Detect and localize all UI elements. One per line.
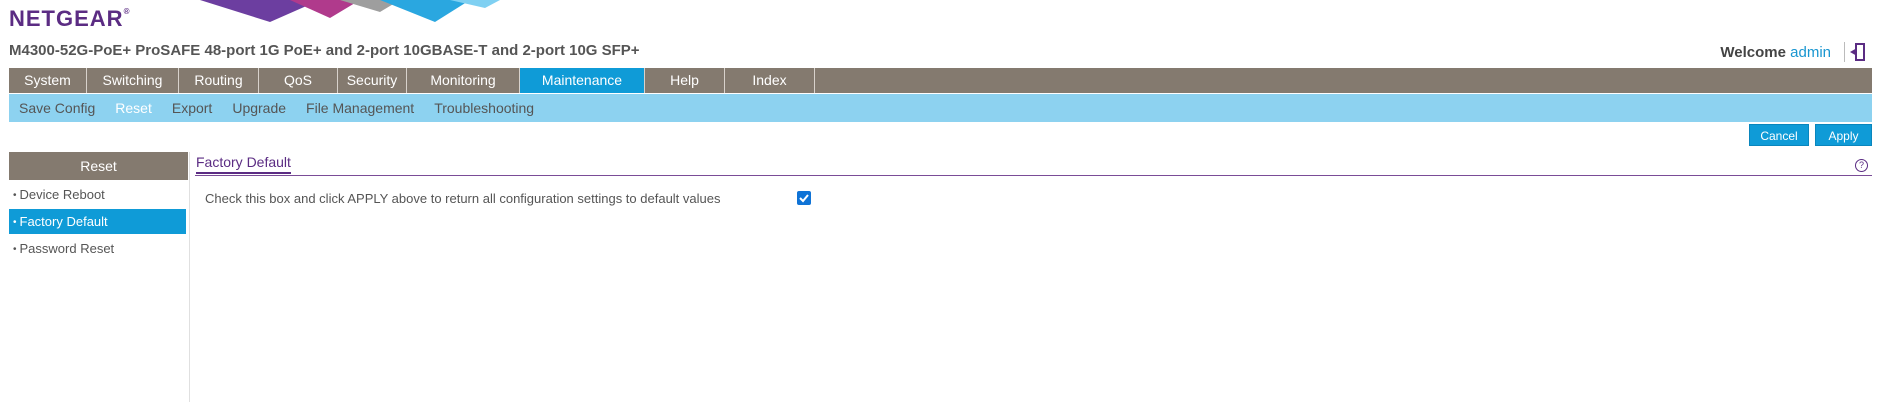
tab-system[interactable]: System <box>9 68 87 93</box>
sidebar: Reset • Device Reboot • Factory Default • P… <box>9 152 190 402</box>
help-icon[interactable]: ? <box>1855 159 1868 172</box>
subnav-file-management[interactable]: File Management <box>306 100 414 116</box>
tab-switching[interactable]: Switching <box>87 68 179 93</box>
factory-default-checkbox[interactable] <box>797 191 811 205</box>
section-title: Factory Default <box>196 154 291 174</box>
tab-help[interactable]: Help <box>645 68 725 93</box>
main-content: Factory Default ? Check this box and cli… <box>195 152 1872 216</box>
subnav-reset[interactable]: Reset <box>115 100 152 116</box>
section-header: Factory Default ? <box>195 152 1872 176</box>
sidebar-item-factory-default[interactable]: • Factory Default <box>9 209 186 234</box>
sidebar-item-label: Factory Default <box>19 214 108 229</box>
username-link[interactable]: admin <box>1790 44 1831 61</box>
factory-default-row: Check this box and click APPLY above to … <box>195 186 1872 216</box>
header-banner-graphic <box>200 0 500 22</box>
subnav-save-config[interactable]: Save Config <box>19 100 95 116</box>
sidebar-item-password-reset[interactable]: • Password Reset <box>9 236 186 261</box>
tab-index[interactable]: Index <box>725 68 815 93</box>
logout-separator <box>1844 42 1845 62</box>
tab-qos[interactable]: QoS <box>259 68 338 93</box>
welcome-text: Welcome admin <box>1720 44 1831 61</box>
sidebar-title: Reset <box>9 152 188 180</box>
header: NETGEAR® M4300-52G-PoE+ ProSAFE 48-port … <box>0 0 1879 66</box>
subnav-export[interactable]: Export <box>172 100 212 116</box>
logout-icon[interactable] <box>1849 41 1869 63</box>
subnav-troubleshooting[interactable]: Troubleshooting <box>434 100 534 116</box>
main-nav-bar: System Switching Routing QoS Security Mo… <box>9 68 1872 93</box>
sidebar-item-label: Device Reboot <box>19 187 105 202</box>
cancel-button[interactable]: Cancel <box>1749 124 1809 146</box>
netgear-logo: NETGEAR® <box>9 6 131 31</box>
device-model-title: M4300-52G-PoE+ ProSAFE 48-port 1G PoE+ a… <box>9 42 640 59</box>
bullet-icon: • <box>13 217 17 228</box>
bullet-icon: • <box>13 190 17 201</box>
factory-default-label: Check this box and click APPLY above to … <box>205 191 721 206</box>
tab-monitoring[interactable]: Monitoring <box>407 68 520 93</box>
apply-button[interactable]: Apply <box>1815 124 1872 146</box>
tab-security[interactable]: Security <box>338 68 407 93</box>
tab-maintenance[interactable]: Maintenance <box>520 68 645 93</box>
bullet-icon: • <box>13 244 17 255</box>
sidebar-item-device-reboot[interactable]: • Device Reboot <box>9 182 186 207</box>
sub-nav-bar: Save Config Reset Export Upgrade File Ma… <box>9 94 1872 122</box>
tab-routing[interactable]: Routing <box>179 68 259 93</box>
subnav-upgrade[interactable]: Upgrade <box>232 100 286 116</box>
sidebar-item-label: Password Reset <box>19 241 115 256</box>
